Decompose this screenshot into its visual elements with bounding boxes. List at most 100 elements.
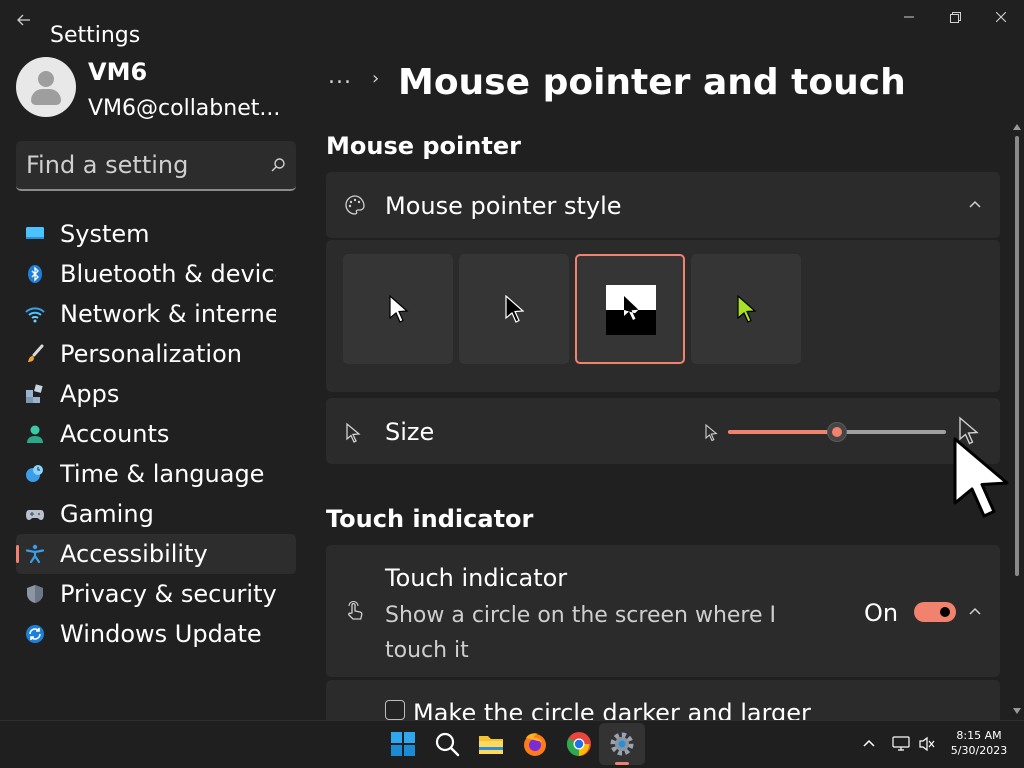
tray-overflow-chevron-icon[interactable] [862,738,876,748]
darker-larger-circle-checkbox[interactable] [385,700,405,720]
minimize-icon [904,16,914,18]
page-title: Mouse pointer and touch [398,62,906,103]
file-explorer-icon[interactable] [477,730,505,758]
windows-update-icon [26,625,44,643]
sidebar-item-system[interactable]: System [16,214,296,254]
back-button[interactable] [14,12,34,32]
network-status-icon[interactable] [892,736,910,752]
user-email: VM6@collabnet... [88,96,281,121]
sidebar-item-label: System [60,220,150,248]
custom-color-cursor-icon [737,295,757,323]
sidebar-item-label: Personalization [60,340,242,368]
start-icon[interactable] [389,730,417,758]
section-title-touch-indicator: Touch indicator [326,505,534,533]
sidebar-item-label: Windows Update [60,620,262,648]
privacy-icon [27,585,43,603]
system-icon [26,227,44,239]
close-icon [996,12,1006,22]
sidebar-item-accounts[interactable]: Accounts [16,414,296,454]
personalization-icon [28,344,44,362]
pointer-style-black-option[interactable] [459,254,569,364]
touch-hand-icon [348,601,363,620]
settings-window: Settings VM6 VM6@collabnet... System Blu… [0,0,1024,720]
user-name: VM6 [88,58,148,86]
volume-muted-icon[interactable] [918,736,936,752]
avatar-body [31,89,61,105]
mouse-pointer-overlay [953,437,1009,518]
darker-larger-circle-label[interactable]: Make the circle darker and larger [413,697,811,720]
network-icon [25,307,45,323]
sidebar-item-personalization[interactable]: Personalization [16,334,296,374]
scroll-thumb[interactable] [1015,136,1019,576]
sidebar-nav: System Bluetooth & devices Network & int… [16,214,296,654]
search-input[interactable] [26,149,256,181]
active-indicator [16,545,19,563]
section-title-mouse-pointer: Mouse pointer [326,132,521,160]
pointer-size-slider[interactable] [728,422,946,442]
touch-indicator-description: Show a circle on the screen where I touc… [385,603,777,663]
inverted-cursor-icon [624,296,639,320]
chevron-up-icon[interactable] [968,607,982,617]
mouse-pointer-style-header[interactable]: Mouse pointer style [326,172,1000,238]
settings-icon[interactable] [608,730,636,758]
breadcrumb-chevron-icon: › [372,68,380,89]
scroll-up-icon[interactable] [1013,124,1021,130]
sidebar-item-label: Bluetooth & devices [60,260,276,288]
back-arrow-icon [17,14,30,26]
sidebar-item-label: Time & language [60,460,265,488]
touch-indicator-row[interactable]: Touch indicator Show a circle on the scr… [326,545,1000,677]
sidebar-item-label: Accounts [60,420,170,448]
touch-indicator-toggle[interactable] [914,602,956,622]
touch-indicator-state-label: On [864,599,899,627]
maximize-button[interactable] [932,6,978,28]
search-icon[interactable] [433,730,461,758]
small-cursor-icon [705,424,718,442]
scrollbar[interactable] [1010,120,1024,720]
mouse-pointer-style-label: Mouse pointer style [385,192,622,220]
accessibility-icon [25,544,45,564]
white-cursor-icon [389,295,409,323]
app-title: Settings [50,23,141,48]
apps-icon [26,384,43,403]
sidebar-item-apps[interactable]: Apps [16,374,296,414]
cursor-icon [346,422,361,443]
clock-date: 5/30/2023 [950,744,1008,757]
time-language-icon [26,465,43,482]
search-icon[interactable] [270,157,286,173]
breadcrumb-more-button[interactable]: ... [328,64,352,89]
minimize-button[interactable] [886,6,932,28]
restore-icon [949,11,961,23]
pointer-style-white-option[interactable] [343,254,453,364]
sidebar-item-gaming[interactable]: Gaming [16,494,296,534]
pointer-style-custom-option[interactable] [691,254,801,364]
sidebar-item-privacy[interactable]: Privacy & security [16,574,296,614]
gaming-icon [26,510,44,520]
sidebar-item-time-language[interactable]: Time & language [16,454,296,494]
sidebar-item-network[interactable]: Network & internet [16,294,296,334]
touch-indicator-title: Touch indicator [385,564,568,592]
sidebar-item-accessibility[interactable]: Accessibility [16,534,296,574]
scroll-down-icon[interactable] [1013,708,1021,714]
pointer-size-slider-thumb[interactable] [827,422,847,442]
sidebar-item-label: Accessibility [60,540,208,568]
sidebar-item-label: Privacy & security [60,580,276,608]
sidebar-item-label: Apps [60,380,120,408]
close-button[interactable] [978,6,1024,28]
sidebar-item-windows-update[interactable]: Windows Update [16,614,296,654]
chevron-up-icon[interactable] [968,200,982,210]
palette-icon [345,195,365,215]
sidebar-item-label: Gaming [60,500,154,528]
pointer-style-inverted-option[interactable] [575,254,685,364]
chrome-icon[interactable] [565,730,593,758]
avatar-head [38,71,54,87]
sidebar-item-bluetooth[interactable]: Bluetooth & devices [16,254,296,294]
firefox-icon[interactable] [521,730,549,758]
sidebar-item-label: Network & internet [60,300,276,328]
size-label: Size [385,418,435,446]
clock-time: 8:15 AM [956,729,1002,742]
accounts-icon [27,425,43,443]
search-box[interactable] [16,141,296,191]
active-app-indicator [615,762,629,765]
avatar[interactable] [16,57,76,117]
taskbar-clock[interactable]: 8:15 AM 5/30/2023 [948,728,1010,758]
